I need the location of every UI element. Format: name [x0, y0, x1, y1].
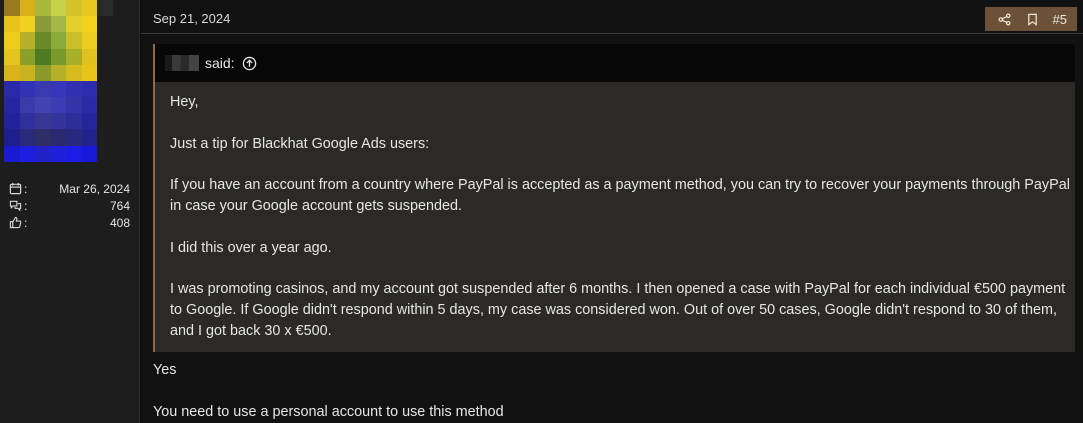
post-date[interactable]: Sep 21, 2024	[153, 11, 230, 26]
share-icon[interactable]	[991, 7, 1019, 31]
post-actions: #5	[984, 7, 1077, 31]
thumbs-up-icon	[8, 216, 22, 230]
redacted-username[interactable]	[165, 55, 199, 71]
stat-joined-value: Mar 26, 2024	[59, 181, 130, 196]
calendar-icon	[8, 182, 22, 196]
user-stats: : Mar 26, 2024 : 764 : 408	[8, 180, 130, 231]
post-header: Sep 21, 2024 #5	[141, 0, 1083, 34]
reply-paragraph: You need to use a personal account to us…	[153, 403, 504, 420]
stat-colon: :	[24, 181, 28, 196]
stat-reactions: : 408	[8, 214, 130, 231]
quote-paragraph: If you have an account from a country wh…	[170, 177, 1070, 214]
post-number[interactable]: #5	[1047, 12, 1071, 27]
stat-colon: :	[24, 198, 28, 213]
avatar[interactable]	[4, 0, 128, 178]
stat-reactions-value: 408	[109, 215, 130, 230]
bookmark-icon[interactable]	[1019, 7, 1047, 31]
post: Sep 21, 2024 #5 said: Hey, Just a tip fo…	[141, 0, 1083, 423]
stat-messages: : 764	[8, 197, 130, 214]
arrow-up-circle-icon[interactable]	[242, 56, 257, 71]
quote-paragraph: I was promoting casinos, and my account …	[170, 281, 1066, 339]
stat-messages-value: 764	[109, 198, 130, 213]
stat-colon: :	[24, 215, 28, 230]
quote-paragraph: I did this over a year ago.	[170, 239, 332, 256]
quote-block: said: Hey, Just a tip for Blackhat Googl…	[153, 44, 1075, 352]
quote-said-label: said:	[205, 55, 235, 71]
reply-body: Yes You need to use a personal account t…	[153, 360, 504, 423]
reply-paragraph: Yes	[153, 362, 177, 378]
quote-paragraph: Just a tip for Blackhat Google Ads users…	[170, 135, 430, 152]
quote-header: said:	[155, 44, 1075, 82]
quote-paragraph: Hey,	[170, 94, 199, 110]
stat-joined: : Mar 26, 2024	[8, 180, 130, 197]
messages-icon	[8, 199, 22, 213]
user-panel: : Mar 26, 2024 : 764 : 408	[0, 0, 140, 423]
quote-body: Hey, Just a tip for Blackhat Google Ads …	[155, 82, 1075, 342]
